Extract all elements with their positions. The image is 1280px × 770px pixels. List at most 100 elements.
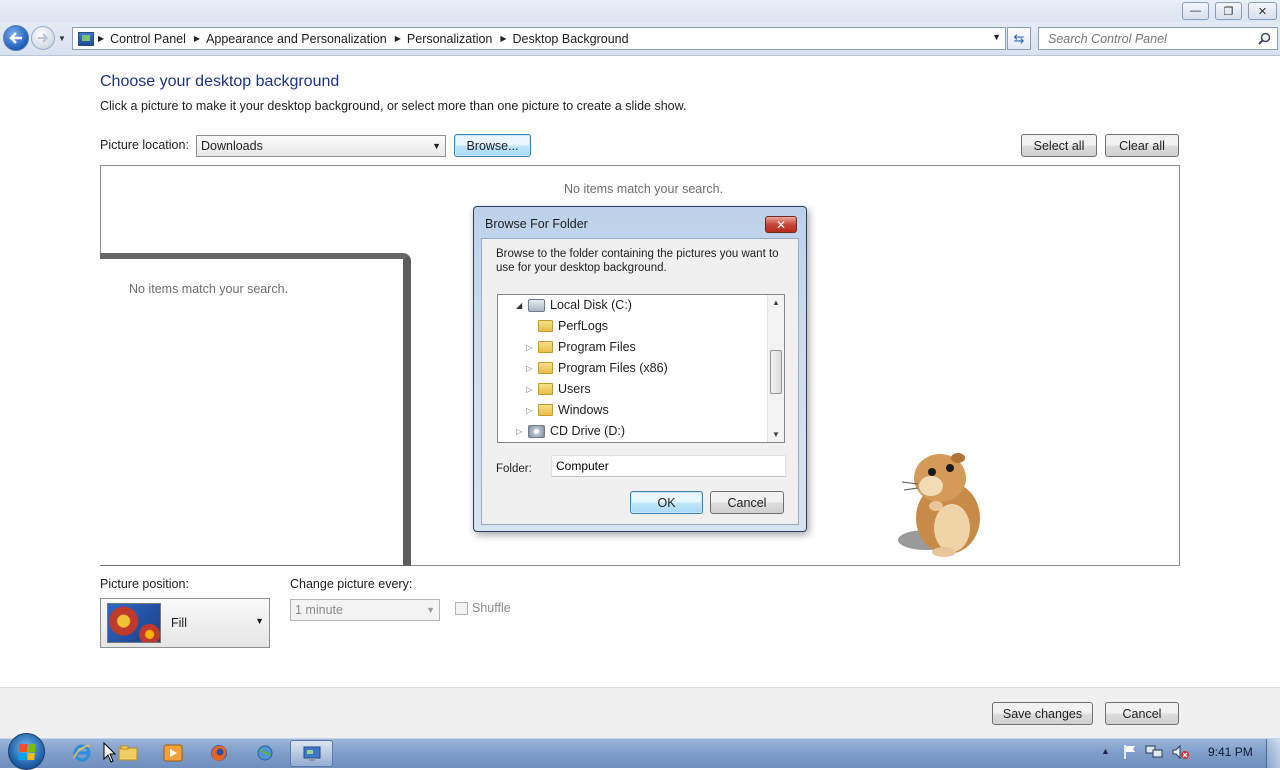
- collapsed-arrow-icon[interactable]: ▷: [526, 406, 536, 415]
- tree-item-cd-drive[interactable]: ▷ CD Drive (D:): [516, 421, 625, 441]
- tree-item-label: PerfLogs: [558, 319, 609, 333]
- breadcrumb-separator-icon[interactable]: ▶: [194, 34, 200, 43]
- change-picture-value: 1 minute: [295, 603, 343, 617]
- close-window-button[interactable]: ✕: [1248, 2, 1277, 20]
- media-player-icon[interactable]: [162, 742, 184, 764]
- windows-logo-icon: [17, 743, 36, 760]
- save-changes-button[interactable]: Save changes: [992, 702, 1093, 725]
- tree-item-local-disk[interactable]: ◢ Local Disk (C:): [516, 295, 632, 315]
- internet-explorer-icon[interactable]: [71, 742, 93, 764]
- dialog-cancel-button[interactable]: Cancel: [710, 491, 784, 514]
- folder-tree[interactable]: ◢ Local Disk (C:) PerfLogs ▷ Program Fil…: [497, 294, 785, 443]
- ok-button[interactable]: OK: [630, 491, 703, 514]
- dialog-title: Browse For Folder: [485, 217, 588, 231]
- picture-position-select[interactable]: Fill ▼: [100, 598, 270, 648]
- scroll-up-icon[interactable]: ▲: [772, 298, 780, 307]
- chevron-down-icon: ▼: [432, 141, 441, 151]
- cd-drive-icon: [528, 424, 545, 438]
- scrollbar-thumb[interactable]: [770, 350, 782, 394]
- checkbox-box[interactable]: [455, 601, 468, 615]
- maximize-button[interactable]: ❐: [1215, 2, 1242, 20]
- window-caption-bar: — ❐ ✕: [0, 0, 1280, 22]
- network-globe-icon[interactable]: [254, 742, 276, 764]
- control-panel-icon: [78, 31, 94, 46]
- cancel-button[interactable]: Cancel: [1105, 702, 1179, 725]
- volume-muted-icon[interactable]: [1171, 744, 1189, 760]
- tree-item-windows[interactable]: ▷ Windows: [526, 400, 609, 420]
- change-picture-interval-select[interactable]: 1 minute ▼: [290, 599, 440, 621]
- breadcrumb-personalization[interactable]: Personalization: [407, 32, 492, 46]
- collapsed-arrow-icon[interactable]: ▷: [526, 385, 536, 394]
- breadcrumb-separator-icon[interactable]: ▶: [500, 34, 506, 43]
- shuffle-checkbox[interactable]: Shuffle: [455, 601, 511, 615]
- search-input[interactable]: [1046, 30, 1246, 47]
- breadcrumb-control-panel[interactable]: Control Panel: [110, 32, 186, 46]
- control-panel-icon: [303, 746, 321, 761]
- scroll-down-icon[interactable]: ▼: [772, 430, 780, 439]
- tree-item-label: Users: [558, 382, 591, 396]
- breadcrumb-appearance[interactable]: Appearance and Personalization: [206, 32, 387, 46]
- drive-icon: [528, 298, 545, 312]
- search-icon[interactable]: [1258, 32, 1271, 45]
- collapsed-arrow-icon[interactable]: ▷: [526, 364, 536, 373]
- breadcrumb-separator-icon[interactable]: ▶: [98, 34, 104, 43]
- picture-location-value: Downloads: [201, 139, 263, 153]
- breadcrumb-separator-icon[interactable]: ▶: [395, 34, 401, 43]
- tree-scrollbar[interactable]: ▲ ▼: [767, 295, 784, 442]
- picture-location-select[interactable]: Downloads ▼: [196, 135, 446, 157]
- folder-icon: [538, 341, 553, 353]
- select-all-button[interactable]: Select all: [1021, 134, 1097, 157]
- chevron-down-icon: ▼: [426, 605, 435, 615]
- folder-icon: [538, 383, 553, 395]
- minimize-button[interactable]: —: [1182, 2, 1209, 20]
- tree-item-label: CD Drive (D:): [550, 424, 625, 438]
- refresh-button[interactable]: ⇆: [1007, 27, 1031, 50]
- ghost-empty-message: No items match your search.: [129, 282, 289, 296]
- breadcrumb-desktop-background[interactable]: Desktop Background: [513, 32, 629, 46]
- picture-location-label: Picture location:: [100, 138, 189, 152]
- start-button[interactable]: [8, 733, 45, 770]
- collapsed-arrow-icon[interactable]: ▷: [526, 343, 536, 352]
- tree-item-users[interactable]: ▷ Users: [526, 379, 591, 399]
- show-desktop-button[interactable]: [1266, 739, 1280, 768]
- picture-position-label: Picture position:: [100, 577, 189, 591]
- folder-label: Folder:: [496, 463, 532, 475]
- tree-item-label: Windows: [558, 403, 609, 417]
- action-center-flag-icon[interactable]: [1122, 744, 1138, 760]
- change-picture-label: Change picture every:: [290, 577, 413, 591]
- folder-icon: [538, 404, 553, 416]
- tree-item-perflogs[interactable]: PerfLogs: [526, 316, 608, 336]
- folder-name-field[interactable]: [551, 455, 786, 477]
- tree-item-program-files[interactable]: ▷ Program Files: [526, 337, 636, 357]
- arrow-right-icon: [38, 33, 49, 43]
- firefox-icon[interactable]: [208, 742, 230, 764]
- dialog-message: Browse to the folder containing the pict…: [496, 248, 779, 274]
- dialog-close-button[interactable]: ✕: [765, 216, 797, 233]
- empty-gallery-message: No items match your search.: [564, 182, 724, 196]
- tree-item-program-files-x86[interactable]: ▷ Program Files (x86): [526, 358, 668, 378]
- show-hidden-icons-button[interactable]: ▲: [1101, 746, 1110, 756]
- network-status-icon[interactable]: [1145, 744, 1163, 760]
- chevron-down-icon: ▼: [255, 616, 264, 626]
- page-title: Choose your desktop background: [100, 73, 340, 90]
- folder-icon: [538, 362, 553, 374]
- search-box[interactable]: [1038, 27, 1278, 50]
- taskbar-control-panel-button[interactable]: [290, 740, 333, 767]
- tree-item-label: Program Files: [558, 340, 636, 354]
- back-button[interactable]: [3, 25, 29, 51]
- address-bar[interactable]: ▶ Control Panel ▶ Appearance and Persona…: [72, 27, 1006, 50]
- collapsed-arrow-icon[interactable]: ▷: [516, 427, 526, 436]
- folder-icon: [538, 320, 553, 332]
- browse-button[interactable]: Browse...: [454, 134, 531, 157]
- clear-all-button[interactable]: Clear all: [1105, 134, 1179, 157]
- address-history-dropdown-icon[interactable]: ▼: [992, 32, 1001, 42]
- picture-position-value: Fill: [171, 616, 187, 630]
- file-explorer-icon[interactable]: [117, 742, 139, 764]
- page-description: Click a picture to make it your desktop …: [100, 99, 687, 113]
- position-preview-thumbnail: [107, 603, 161, 643]
- expanded-arrow-icon[interactable]: ◢: [516, 301, 526, 310]
- recent-pages-dropdown[interactable]: ▼: [58, 34, 68, 44]
- taskbar-clock[interactable]: 9:41 PM: [1208, 745, 1253, 759]
- forward-button[interactable]: [31, 26, 55, 50]
- dialog-body: Browse to the folder containing the pict…: [481, 238, 799, 525]
